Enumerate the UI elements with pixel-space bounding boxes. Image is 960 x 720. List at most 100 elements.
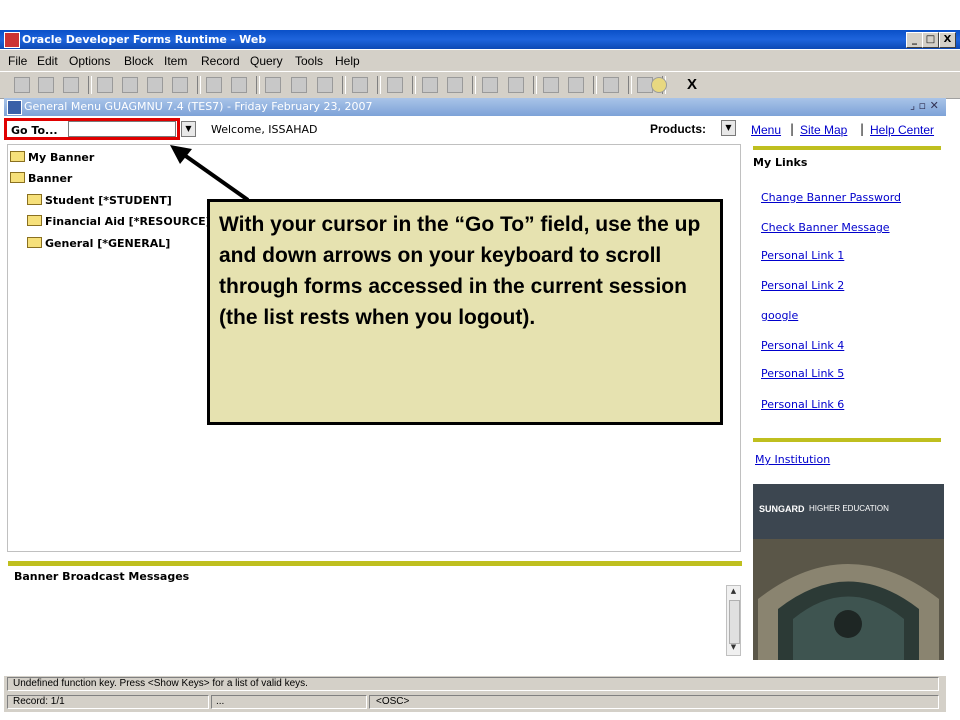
menu-options[interactable]: Options bbox=[69, 54, 110, 68]
status-bar-record: Record: 1/1 ... <OSC> bbox=[4, 694, 946, 712]
architecture-photo bbox=[753, 539, 944, 660]
menu-link[interactable]: Menu bbox=[751, 123, 781, 137]
menu-query[interactable]: Query bbox=[250, 54, 283, 68]
my-institution-link[interactable]: My Institution bbox=[755, 453, 830, 466]
toolbar-separator bbox=[377, 76, 381, 94]
sungard-banner-image: SUNGARD HIGHER EDUCATION bbox=[753, 484, 944, 660]
window-titlebar: Oracle Developer Forms Runtime - Web _ □… bbox=[0, 30, 960, 49]
form-title: General Menu GUAGMNU 7.4 (TES7) - Friday… bbox=[24, 100, 373, 113]
osc-cell bbox=[369, 695, 939, 709]
tree-node-student[interactable]: Student [*STUDENT] bbox=[27, 194, 172, 207]
menu-help[interactable]: Help bbox=[335, 54, 360, 68]
my-links-title: My Links bbox=[753, 156, 808, 169]
tree-node-general[interactable]: General [*GENERAL] bbox=[27, 237, 170, 250]
menu-block[interactable]: Block bbox=[124, 54, 153, 68]
site-map-link[interactable]: Site Map bbox=[800, 123, 847, 137]
link-personal-5[interactable]: Personal Link 5 bbox=[761, 367, 844, 380]
execute-query-icon[interactable] bbox=[231, 77, 247, 93]
tree-node-financial-aid[interactable]: Financial Aid [*RESOURCE] bbox=[27, 215, 211, 228]
tab-icon[interactable] bbox=[568, 77, 584, 93]
folder-icon bbox=[10, 151, 25, 162]
exit-button[interactable]: X bbox=[687, 76, 697, 93]
insert-record-icon[interactable] bbox=[265, 77, 281, 93]
callout-text: With your cursor in the “Go To” field, u… bbox=[219, 213, 701, 329]
related-icon[interactable] bbox=[482, 77, 498, 93]
save-icon[interactable] bbox=[14, 77, 30, 93]
app-icon bbox=[4, 32, 20, 48]
welcome-text: Welcome, ISSAHAD bbox=[211, 123, 318, 136]
scroll-up-icon[interactable]: ▲ bbox=[728, 587, 739, 599]
link-personal-1[interactable]: Personal Link 1 bbox=[761, 249, 844, 262]
form-titlebar: General Menu GUAGMNU 7.4 (TES7) - Friday… bbox=[4, 98, 946, 116]
status-osc: <OSC> bbox=[376, 696, 410, 707]
help-center-link[interactable]: Help Center bbox=[870, 123, 934, 137]
enter-query-icon[interactable] bbox=[206, 77, 222, 93]
print-icon[interactable] bbox=[387, 77, 403, 93]
menu-record[interactable]: Record bbox=[201, 54, 240, 68]
menu-file[interactable]: File bbox=[8, 54, 27, 68]
tree-node-label: Financial Aid [*RESOURCE] bbox=[45, 215, 211, 228]
sungard-tagline: HIGHER EDUCATION bbox=[809, 504, 889, 513]
link-google[interactable]: google bbox=[761, 309, 798, 322]
link-personal-4[interactable]: Personal Link 4 bbox=[761, 339, 844, 352]
menu-edit[interactable]: Edit bbox=[37, 54, 58, 68]
link-separator: | bbox=[860, 122, 865, 136]
tree-node-label: Student [*STUDENT] bbox=[45, 194, 172, 207]
maximize-button[interactable]: □ bbox=[922, 32, 939, 48]
help-icon[interactable] bbox=[651, 77, 667, 93]
sound-icon[interactable] bbox=[543, 77, 559, 93]
directory-icon[interactable] bbox=[508, 77, 524, 93]
menu-item[interactable]: Item bbox=[164, 54, 187, 68]
globe-icon[interactable] bbox=[603, 77, 619, 93]
link-personal-2[interactable]: Personal Link 2 bbox=[761, 279, 844, 292]
status-message: Undefined function key. Press <Show Keys… bbox=[13, 678, 308, 689]
extract-icon[interactable] bbox=[422, 77, 438, 93]
remove-record-icon[interactable] bbox=[291, 77, 307, 93]
folder-open-icon bbox=[10, 172, 25, 183]
toolbar-separator bbox=[342, 76, 346, 94]
previous-record-icon[interactable] bbox=[122, 77, 138, 93]
link-personal-6[interactable]: Personal Link 6 bbox=[761, 398, 844, 411]
products-label: Products: bbox=[650, 122, 707, 136]
mid-cell bbox=[211, 695, 367, 709]
toolbar-separator bbox=[628, 76, 632, 94]
broadcast-title: Banner Broadcast Messages bbox=[14, 570, 190, 583]
tree-node-label: My Banner bbox=[28, 151, 95, 164]
clear-record-icon[interactable] bbox=[317, 77, 333, 93]
folder-icon bbox=[27, 237, 42, 248]
menu-tools[interactable]: Tools bbox=[295, 54, 323, 68]
institution-divider bbox=[753, 438, 941, 442]
link-separator: | bbox=[790, 122, 795, 136]
toolbar: X bbox=[0, 71, 960, 99]
record-count: Record: 1/1 bbox=[13, 696, 65, 707]
form-window-controls-icon[interactable]: ⌟ ▫ ✕ bbox=[910, 99, 939, 112]
status-bar-message: Undefined function key. Press <Show Keys… bbox=[4, 676, 946, 694]
toolbar-separator bbox=[197, 76, 201, 94]
products-dropdown-icon[interactable]: ▼ bbox=[721, 120, 736, 136]
next-block-icon[interactable] bbox=[172, 77, 188, 93]
menubar: File Edit Options Block Item Record Quer… bbox=[0, 50, 960, 71]
link-check-banner-message[interactable]: Check Banner Message bbox=[761, 221, 890, 234]
print-preview-icon[interactable] bbox=[63, 77, 79, 93]
next-record-icon[interactable] bbox=[147, 77, 163, 93]
goto-highlight-box bbox=[4, 118, 180, 140]
rollback-icon[interactable] bbox=[38, 77, 54, 93]
folder-icon bbox=[27, 215, 42, 226]
toolbar-separator bbox=[412, 76, 416, 94]
excel-icon[interactable] bbox=[447, 77, 463, 93]
minimize-button[interactable]: _ bbox=[906, 32, 923, 48]
options-icon[interactable] bbox=[352, 77, 368, 93]
tree-node-banner[interactable]: Banner bbox=[10, 172, 72, 185]
previous-block-icon[interactable] bbox=[97, 77, 113, 93]
link-change-banner-password[interactable]: Change Banner Password bbox=[761, 191, 901, 204]
goto-dropdown-icon[interactable]: ▼ bbox=[181, 121, 196, 137]
toolbar-separator bbox=[533, 76, 537, 94]
tree-node-my-banner[interactable]: My Banner bbox=[10, 151, 94, 164]
broadcast-scrollbar[interactable]: ▲ ▼ bbox=[726, 585, 741, 656]
tree-node-label: General [*GENERAL] bbox=[45, 237, 171, 250]
tree-node-label: Banner bbox=[28, 172, 73, 185]
close-button[interactable]: X bbox=[939, 32, 956, 48]
scroll-down-icon[interactable]: ▼ bbox=[728, 643, 739, 655]
scroll-thumb[interactable] bbox=[729, 600, 740, 644]
my-links-divider bbox=[753, 146, 941, 150]
